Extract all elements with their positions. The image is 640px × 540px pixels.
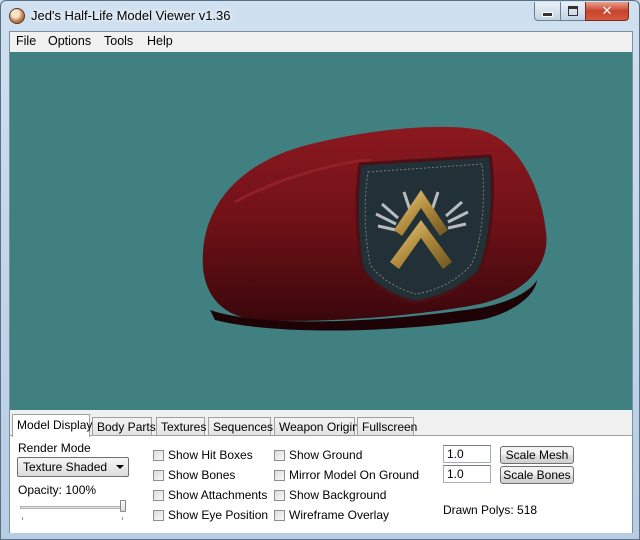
- render-mode-label: Render Mode: [18, 441, 91, 455]
- model-display-panel: Render Mode Texture Shaded Opacity: 100%…: [10, 435, 632, 533]
- checkbox-label: Show Background: [289, 488, 387, 502]
- checkbox-box[interactable]: [274, 489, 285, 501]
- title-bar[interactable]: Jed's Half-Life Model Viewer v1.36 ✕: [1, 1, 639, 31]
- tab-sequences[interactable]: Sequences: [208, 417, 273, 436]
- opacity-label: Opacity: 100%: [18, 483, 97, 497]
- checkbox-show-bones[interactable]: Show Bones: [153, 468, 235, 482]
- render-mode-select[interactable]: Texture Shaded: [17, 457, 129, 477]
- checkbox-box[interactable]: [153, 449, 164, 461]
- checkbox-box[interactable]: [153, 489, 164, 501]
- checkbox-box[interactable]: [274, 509, 285, 521]
- menu-help[interactable]: Help: [147, 34, 173, 48]
- checkbox-label: Show Eye Position: [168, 508, 269, 522]
- slider-tick: [22, 517, 23, 520]
- menu-bar: File Options Tools Help: [10, 32, 632, 51]
- drawn-polys-readout: Drawn Polys: 518: [443, 503, 538, 517]
- scale-mesh-input[interactable]: 1.0: [443, 445, 491, 463]
- checkbox-show-background[interactable]: Show Background: [274, 488, 386, 502]
- menu-tools[interactable]: Tools: [104, 34, 133, 48]
- menu-file[interactable]: File: [16, 34, 36, 48]
- close-icon: ✕: [601, 3, 613, 19]
- minimize-button[interactable]: [534, 2, 561, 21]
- checkbox-show-attachments[interactable]: Show Attachments: [153, 488, 267, 502]
- maximize-button[interactable]: [560, 2, 586, 21]
- tab-fullscreen[interactable]: Fullscreen: [357, 417, 417, 436]
- scale-bones-input[interactable]: 1.0: [443, 465, 491, 483]
- chevron-down-icon: [116, 465, 124, 469]
- tab-textures[interactable]: Textures: [156, 417, 206, 436]
- app-icon[interactable]: [9, 8, 25, 24]
- checkbox-box[interactable]: [274, 449, 285, 461]
- tab-weapon-origin[interactable]: Weapon Origin: [274, 417, 359, 436]
- tab-model-display[interactable]: Model Display: [12, 414, 92, 437]
- model-viewport[interactable]: [10, 52, 632, 410]
- checkbox-wireframe-overlay[interactable]: Wireframe Overlay: [274, 508, 389, 522]
- checkbox-show-ground[interactable]: Show Ground: [274, 448, 362, 462]
- beret-icon: [202, 126, 547, 331]
- client-area: File Options Tools Help Model Display Bo…: [9, 31, 633, 533]
- tab-body-parts[interactable]: Body Parts: [92, 417, 156, 436]
- minimize-icon: [542, 11, 553, 17]
- checkbox-label: Show Bones: [168, 468, 236, 482]
- maximize-icon: [568, 6, 578, 16]
- checkbox-mirror-model-on-ground[interactable]: Mirror Model On Ground: [274, 468, 419, 482]
- checkbox-show-eye-position[interactable]: Show Eye Position: [153, 508, 268, 522]
- menu-options[interactable]: Options: [48, 34, 91, 48]
- opacity-slider-track[interactable]: [20, 506, 124, 509]
- opacity-slider-thumb[interactable]: [120, 500, 126, 512]
- checkbox-show-hit-boxes[interactable]: Show Hit Boxes: [153, 448, 253, 462]
- checkbox-box[interactable]: [153, 469, 164, 481]
- checkbox-label: Show Ground: [289, 448, 363, 462]
- tab-strip: Model Display Body Parts Textures Sequen…: [10, 414, 632, 437]
- checkbox-label: Wireframe Overlay: [289, 508, 390, 522]
- checkbox-label: Show Hit Boxes: [168, 448, 253, 462]
- checkbox-label: Mirror Model On Ground: [289, 468, 420, 482]
- render-mode-value: Texture Shaded: [23, 460, 108, 474]
- window-title: Jed's Half-Life Model Viewer v1.36: [31, 8, 231, 23]
- checkbox-box[interactable]: [153, 509, 164, 521]
- checkbox-label: Show Attachments: [168, 488, 268, 502]
- app-window: Jed's Half-Life Model Viewer v1.36 ✕ Fil…: [0, 0, 640, 540]
- close-button[interactable]: ✕: [585, 2, 629, 21]
- scale-bones-button[interactable]: Scale Bones: [500, 466, 574, 484]
- slider-tick: [122, 517, 123, 520]
- scale-mesh-button[interactable]: Scale Mesh: [500, 446, 574, 464]
- checkbox-box[interactable]: [274, 469, 285, 481]
